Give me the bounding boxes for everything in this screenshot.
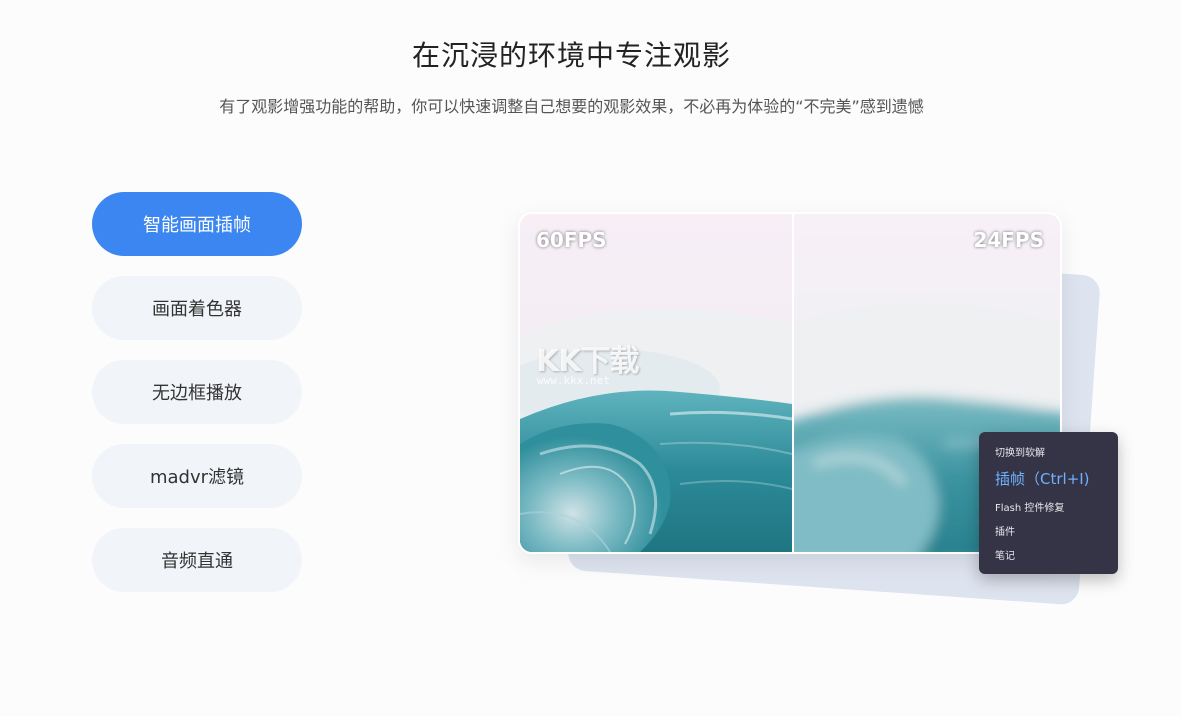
- tab-label: 画面着色器: [152, 299, 242, 320]
- tab-label: madvr滤镜: [149, 467, 245, 488]
- fps-label-right: 24FPS: [973, 228, 1044, 252]
- page-subtitle: 有了观影增强功能的帮助，你可以快速调整自己想要的观影效果，不必再为体验的“不完美…: [219, 97, 924, 116]
- tab-label: 无边框播放: [152, 383, 242, 404]
- watermark-url: www.kkx.net: [537, 374, 610, 387]
- menu-item-flash-repair[interactable]: Flash 控件修复: [995, 499, 1064, 514]
- tab-borderless[interactable]: 无边框播放: [92, 360, 302, 424]
- menu-item-plugins[interactable]: 插件: [995, 523, 1015, 538]
- menu-item-notes[interactable]: 笔记: [995, 547, 1015, 562]
- tab-audio-passthrough[interactable]: 音频直通: [92, 528, 302, 592]
- fps-label-left: 60FPS: [536, 228, 607, 252]
- tab-frame-interpolation[interactable]: 智能画面插帧: [92, 192, 302, 256]
- context-menu: 切换到软解 插帧（Ctrl+I) Flash 控件修复 插件 笔记: [979, 432, 1118, 574]
- page-title: 在沉浸的环境中专注观影: [411, 39, 731, 72]
- tab-madvr[interactable]: madvr滤镜: [92, 444, 302, 508]
- menu-item-software-decode[interactable]: 切换到软解: [995, 444, 1045, 459]
- tab-label: 智能画面插帧: [143, 215, 251, 236]
- menu-item-frame-interpolation[interactable]: 插帧（Ctrl+I): [995, 468, 1090, 489]
- tab-shader[interactable]: 画面着色器: [92, 276, 302, 340]
- tab-label: 音频直通: [161, 551, 233, 572]
